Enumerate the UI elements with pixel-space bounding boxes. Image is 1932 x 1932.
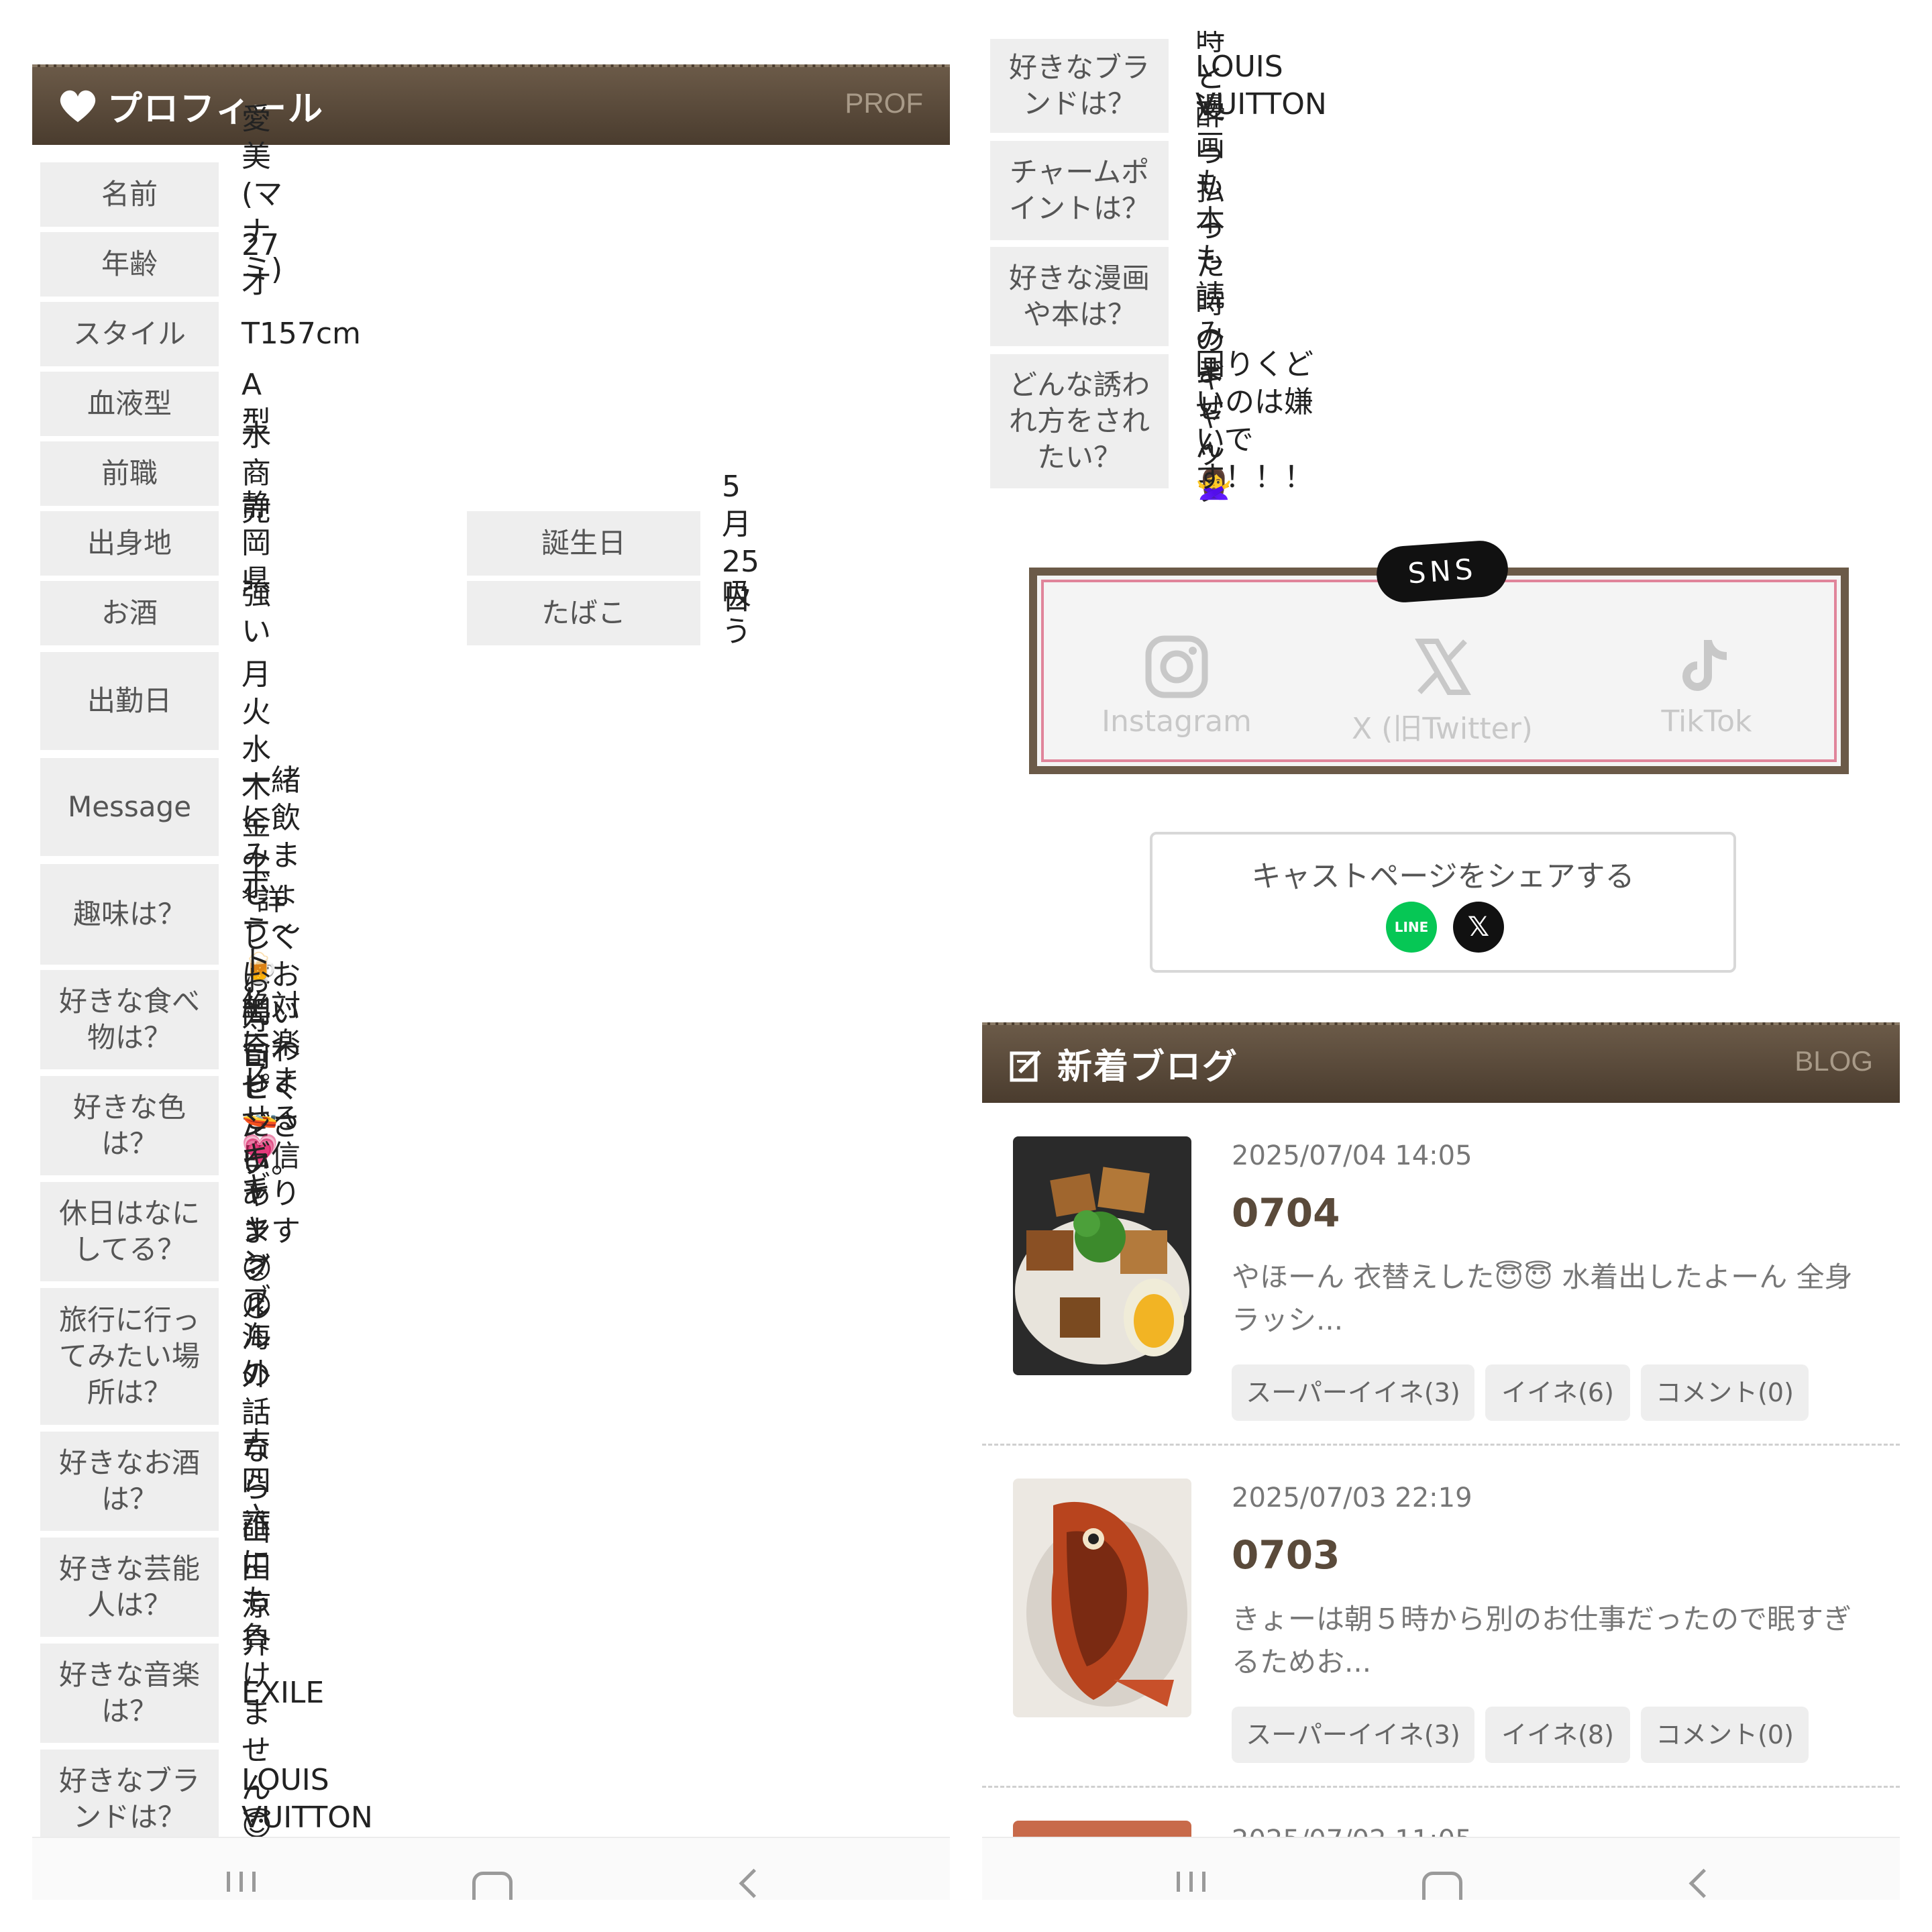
row-value: 回りくどいのは嫌いです！！！ (1195, 347, 1313, 494)
row-label: スタイル (40, 302, 219, 366)
sns-tiktok[interactable]: TikTok (1606, 635, 1807, 739)
profile-header: プロフィール PROF (32, 64, 950, 145)
row-label: 好きな芸能 人は？ (40, 1538, 219, 1637)
row-value: LOUIS VUITTON (241, 1763, 373, 1835)
tiktok-icon (1682, 640, 1727, 691)
row-value: 吸う (722, 577, 751, 649)
recent-apps-icon[interactable] (1177, 1872, 1224, 1894)
line-share-button[interactable]: LINE (1386, 902, 1437, 953)
share-box: キャストページをシェアする LINE 𝕏 (1150, 832, 1736, 973)
sns-label: X (旧Twitter) (1352, 712, 1533, 746)
share-label: キャストページをシェアする (1251, 859, 1635, 894)
detail-panel: 好きなブラ ンドは？ LOUIS VUITTON チャームポ イントは？ シラフ… (982, 31, 1900, 1900)
row-label: 出勤日 (40, 652, 219, 750)
row-value: 27才 (241, 228, 279, 300)
row-label: 好きなブラ ンドは？ (40, 1750, 219, 1849)
row-value: 静岡県 (241, 488, 271, 598)
sns-instagram[interactable]: Instagram (1076, 635, 1277, 739)
instagram-icon (1145, 635, 1208, 698)
android-nav-bar (982, 1837, 1900, 1900)
row-label: 好きな色 は？ (40, 1076, 219, 1175)
blog-entry-title[interactable]: 0703 (1232, 1532, 1340, 1578)
row-label: 休日はなに してる？ (40, 1182, 219, 1281)
row-label: 血液型 (40, 372, 219, 436)
row-label: 好きな漫画 や本は？ (990, 247, 1169, 346)
row-label: チャームポ イントは？ (990, 141, 1169, 240)
blog-subtitle: BLOG (1794, 1045, 1873, 1077)
row-value: EXILE (241, 1676, 325, 1710)
comment-button[interactable]: コメント(0) (1641, 1364, 1809, 1421)
android-nav-bar (32, 1837, 950, 1900)
row-value: お寿司 (241, 965, 271, 1074)
row-value: 月 火 水 木 金 土 *詳しくはお問い合わせください。 (241, 657, 301, 1180)
x-share-button[interactable]: 𝕏 (1453, 902, 1504, 953)
row-label: 好きなお酒 は？ (40, 1432, 219, 1531)
back-icon[interactable] (739, 1868, 769, 1898)
row-value: 愛美(マナミ) (241, 102, 283, 286)
super-like-button[interactable]: スーパーイイネ(3) (1232, 1707, 1474, 1763)
recent-apps-icon[interactable] (227, 1872, 274, 1894)
profile-panel: プロフィール PROF 名前 愛美(マナミ) 年齢 27才 スタイル T157c… (32, 31, 950, 1900)
blog-entry-title[interactable]: 0704 (1232, 1190, 1340, 1236)
blog-title: 新着ブログ (1057, 1047, 1239, 1087)
blog-thumbnail[interactable] (1013, 1479, 1191, 1717)
row-label: 前職 (40, 441, 219, 506)
super-like-button[interactable]: スーパーイイネ(3) (1232, 1364, 1474, 1421)
profile-subtitle: PROF (845, 87, 923, 119)
x-icon (1415, 639, 1471, 695)
row-label: 旅行に行っ てみたい場 所は？ (40, 1288, 219, 1425)
home-icon[interactable] (472, 1872, 513, 1900)
row-value: ギャンブル (241, 1139, 271, 1324)
blog-divider (982, 1786, 1900, 1788)
row-value: 強い (241, 577, 271, 649)
row-value: 漫画も本も読みません🙅‍♀️ (1195, 91, 1232, 501)
back-icon[interactable] (1688, 1868, 1719, 1898)
blog-date: 2025/07/03 22:19 (1232, 1483, 1472, 1513)
blog-excerpt: やほーん 衣替えした😇😇 水着出したよーん 全身ラッシ... (1232, 1260, 1853, 1336)
note-edit-icon (1010, 1050, 1042, 1082)
sns-label: TikTok (1661, 704, 1752, 739)
heart-icon (60, 90, 96, 122)
profile-title: プロフィール (107, 89, 324, 129)
row-value: 5月25日 (722, 470, 759, 616)
row-label: 好きな食べ 物は？ (40, 970, 219, 1069)
like-button[interactable]: イイネ(6) (1485, 1364, 1630, 1421)
row-value: ボートレース🚤💗 ギャンブルの話なら誰にも負けません😇 (241, 869, 278, 1843)
row-label: どんな誘わ れ方をされ たい？ (990, 354, 1169, 488)
row-label: 年齢 (40, 232, 219, 297)
blog-excerpt: きょーは朝５時から別のお仕事だったので眠すぎるためお... (1232, 1603, 1852, 1678)
row-label: 名前 (40, 162, 219, 227)
row-label: Message (40, 758, 219, 856)
row-label: 趣味は？ (40, 864, 219, 965)
blog-header: 新着ブログ BLOG (982, 1022, 1900, 1103)
row-label: 誕生日 (467, 511, 700, 576)
row-label: 好きな音楽 は？ (40, 1644, 219, 1743)
row-label: 好きなブラ ンドは？ (990, 39, 1169, 133)
sns-label: Instagram (1102, 704, 1252, 739)
row-label: 出身地 (40, 511, 219, 576)
like-button[interactable]: イイネ(8) (1485, 1707, 1630, 1763)
sns-x[interactable]: X (旧Twitter) (1342, 635, 1543, 747)
row-value: 海外 (241, 1320, 271, 1392)
row-value: 一緒に飲みましょう〜🍺 絶対に楽しませる自信あります🙃🙃 (241, 763, 301, 1324)
blog-date: 2025/07/04 14:05 (1232, 1140, 1472, 1171)
row-value: T157cm (241, 317, 361, 351)
blog-thumbnail[interactable] (1013, 1136, 1191, 1375)
comment-button[interactable]: コメント(0) (1641, 1707, 1809, 1763)
home-icon[interactable] (1422, 1872, 1462, 1900)
row-label: たばこ (467, 581, 700, 645)
blog-divider (982, 1444, 1900, 1446)
sns-tag: SNS (1375, 539, 1510, 604)
row-value: 山田涼介 (241, 1513, 271, 1660)
row-label: お酒 (40, 581, 219, 645)
